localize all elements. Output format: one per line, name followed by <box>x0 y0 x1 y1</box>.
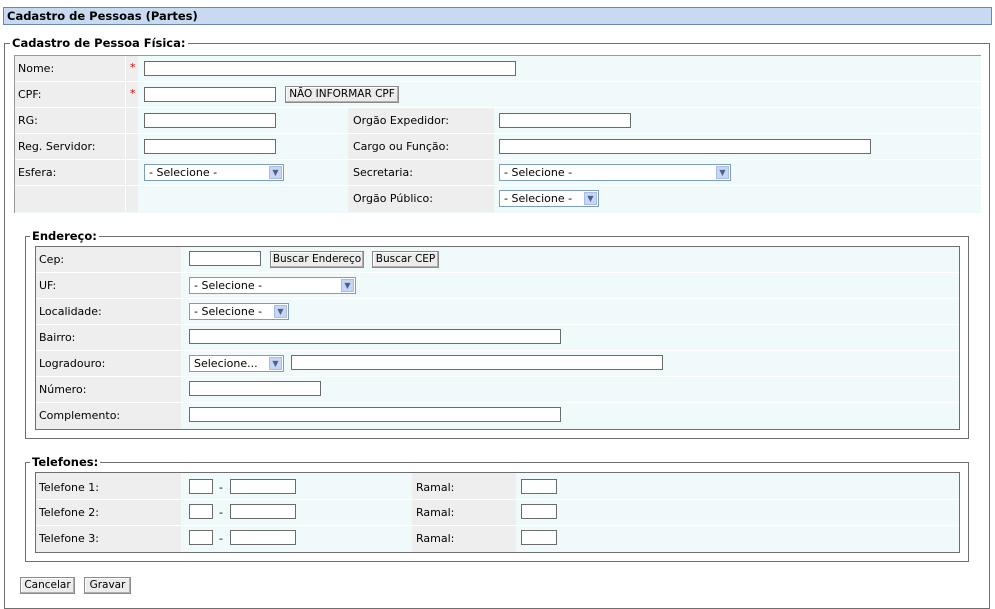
cargo-input[interactable] <box>499 139 871 154</box>
nome-required-mark: * <box>130 61 136 74</box>
cep-label: Cep: <box>39 253 65 266</box>
logradouro-tipo-select[interactable]: Selecione... ▼ <box>189 355 284 372</box>
orgao-publico-label: Orgão Público: <box>353 192 433 205</box>
bairro-input[interactable] <box>189 329 561 344</box>
nao-informar-cpf-button[interactable]: NÃO INFORMAR CPF <box>285 86 399 103</box>
uf-label: UF: <box>39 279 57 292</box>
row-divider <box>15 159 981 160</box>
pessoa-legend: Cadastro de Pessoa Física: <box>10 36 188 50</box>
telefone-3-ddd-input[interactable] <box>189 530 213 545</box>
telefone-1-separator: - <box>219 481 223 494</box>
bairro-label: Bairro: <box>39 331 76 344</box>
localidade-label: Localidade: <box>39 305 102 318</box>
orgao-publico-select[interactable]: - Selecione - ▼ <box>499 190 599 207</box>
uf-select-value: - Selecione - <box>194 279 263 292</box>
row-divider <box>36 350 959 351</box>
row-divider <box>15 107 981 108</box>
chevron-down-icon[interactable]: ▼ <box>269 166 282 179</box>
ramal-2-label: Ramal: <box>416 506 455 519</box>
telefone-1-ddd-input[interactable] <box>189 479 213 494</box>
secretaria-select-value: - Selecione - <box>504 166 573 179</box>
telefone-3-separator: - <box>219 532 223 545</box>
complemento-label: Complemento: <box>39 409 121 422</box>
chevron-down-icon[interactable]: ▼ <box>584 192 597 205</box>
localidade-select-value: - Selecione - <box>194 305 263 318</box>
logradouro-tipo-value: Selecione... <box>194 357 258 370</box>
chevron-down-icon[interactable]: ▼ <box>341 279 354 292</box>
telefone-2-label: Telefone 2: <box>39 506 99 519</box>
page-title: Cadastro de Pessoas (Partes) <box>7 9 198 23</box>
nome-input[interactable] <box>144 61 516 76</box>
chevron-down-icon[interactable]: ▼ <box>716 166 729 179</box>
esfera-label: Esfera: <box>18 166 57 179</box>
gravar-button[interactable]: Gravar <box>84 577 131 594</box>
cpf-label: CPF: <box>18 88 42 101</box>
row-divider <box>36 525 959 526</box>
ramal-3-label: Ramal: <box>416 532 455 545</box>
ramal-2-input[interactable] <box>521 504 557 519</box>
numero-input[interactable] <box>189 381 321 396</box>
localidade-select[interactable]: - Selecione - ▼ <box>189 303 289 320</box>
row-divider <box>36 298 959 299</box>
cep-input[interactable] <box>189 251 261 266</box>
esfera-select[interactable]: - Selecione - ▼ <box>144 164 284 181</box>
rg-label: RG: <box>18 114 38 127</box>
row-divider <box>36 402 959 403</box>
row-divider <box>36 499 959 500</box>
numero-label: Número: <box>39 383 87 396</box>
pessoa-label-col <box>15 56 138 212</box>
rg-input[interactable] <box>144 113 276 128</box>
reg-servidor-input[interactable] <box>144 139 276 154</box>
ramal-1-input[interactable] <box>521 479 557 494</box>
row-divider <box>36 272 959 273</box>
cpf-input[interactable] <box>144 87 276 102</box>
telefones-legend: Telefones: <box>30 455 101 469</box>
telefone-1-label: Telefone 1: <box>39 481 99 494</box>
buscar-cep-button[interactable]: Buscar CEP <box>372 251 439 268</box>
secretaria-label: Secretaria: <box>353 166 413 179</box>
cancelar-button[interactable]: Cancelar <box>20 577 75 594</box>
secretaria-select[interactable]: - Selecione - ▼ <box>499 164 731 181</box>
endereco-legend: Endereço: <box>30 229 99 243</box>
col-divider <box>508 473 516 552</box>
row-divider <box>15 81 981 82</box>
logradouro-input[interactable] <box>291 355 663 370</box>
complemento-input[interactable] <box>189 407 561 422</box>
col-divider <box>173 473 181 552</box>
uf-select[interactable]: - Selecione - ▼ <box>189 277 356 294</box>
orgao-publico-select-value: - Selecione - <box>504 192 573 205</box>
telefone-2-ddd-input[interactable] <box>189 504 213 519</box>
ramal-1-label: Ramal: <box>416 481 455 494</box>
row-divider <box>36 324 959 325</box>
nome-label: Nome: <box>18 62 55 75</box>
cargo-label: Cargo ou Função: <box>353 140 450 153</box>
ramal-3-input[interactable] <box>521 530 557 545</box>
logradouro-label: Logradouro: <box>39 357 106 370</box>
row-divider <box>36 376 959 377</box>
col-divider <box>125 56 126 212</box>
chevron-down-icon[interactable]: ▼ <box>269 357 282 370</box>
orgao-expedidor-label: Orgão Expedidor: <box>353 114 449 127</box>
telefone-2-number-input[interactable] <box>230 504 296 519</box>
cpf-required-mark: * <box>130 87 136 100</box>
telefone-1-number-input[interactable] <box>230 479 296 494</box>
telefone-2-separator: - <box>219 506 223 519</box>
pessoa-panel <box>14 55 981 213</box>
orgao-expedidor-input[interactable] <box>499 113 631 128</box>
telefone-3-number-input[interactable] <box>230 530 296 545</box>
buscar-endereco-button[interactable]: Buscar Endereço <box>270 251 364 268</box>
page-title-bar: Cadastro de Pessoas (Partes) <box>3 7 992 25</box>
chevron-down-icon[interactable]: ▼ <box>274 305 287 318</box>
row-divider <box>15 133 981 134</box>
row-divider <box>15 185 981 186</box>
esfera-select-value: - Selecione - <box>149 166 218 179</box>
telefone-3-label: Telefone 3: <box>39 532 99 545</box>
reg-servidor-label: Reg. Servidor: <box>18 140 96 153</box>
